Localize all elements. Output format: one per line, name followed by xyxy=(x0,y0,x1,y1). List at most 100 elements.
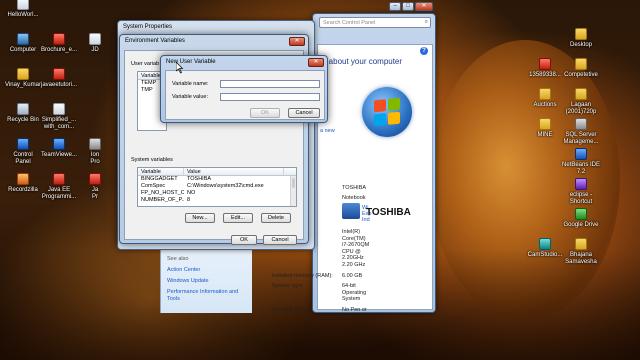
variable-name-label: Variable name: xyxy=(172,81,209,87)
folder-icon xyxy=(539,88,551,100)
desktop-icon[interactable]: JD xyxy=(72,33,118,54)
processor-value: Intel(R) Core(TM) i7-2670QM CPU @ 2.20GH… xyxy=(342,229,370,268)
recycle-bin-icon xyxy=(17,103,29,115)
user-variables-label: User variab xyxy=(131,61,160,67)
variable-value-cell: C:\Windows\system32\cmd.exe xyxy=(187,183,264,189)
desktop-icon-label: MINE xyxy=(537,132,553,138)
desktop-icon-label: NetBeans IDE 7.2 xyxy=(561,162,601,175)
folder-icon xyxy=(575,238,587,250)
page-title: n about your computer xyxy=(322,57,403,66)
maximize-button[interactable]: □ xyxy=(402,2,414,11)
desktop-icon[interactable]: Simplified_... with_com... xyxy=(36,103,82,131)
folder-icon xyxy=(575,58,587,70)
desktop-icon-label: HelloWorl... xyxy=(7,12,39,18)
system-variables-list[interactable]: Variable Value BINGGADGET TOSHIBA ComSpec… xyxy=(137,167,297,207)
desktop-icon[interactable]: Bhajana Samavesha xyxy=(558,238,604,266)
close-button[interactable]: ✕ xyxy=(289,37,305,46)
control-panel-window: Search Control Panel ⌕ ? n about your co… xyxy=(272,2,436,320)
java-icon xyxy=(89,173,101,185)
variable-name-field[interactable] xyxy=(220,80,320,88)
model-value: Notebook xyxy=(342,195,366,201)
pen-touch-label: Pen and Touch: xyxy=(272,307,311,313)
windows-update-link[interactable]: Windows Update xyxy=(167,278,209,284)
desktop-icon[interactable]: SQL Server Manageme... xyxy=(558,118,604,146)
desktop-icon-label: Bhajana Samavesha xyxy=(565,252,597,265)
recordzilla-icon xyxy=(17,173,29,185)
table-row[interactable]: FP_NO_HOST_C...NO xyxy=(138,190,296,197)
desktop-icon-label: Ion Pro xyxy=(90,152,100,165)
folder-icon xyxy=(575,28,587,40)
control-panel-content: ? n about your computer oft a new TOSHIB… xyxy=(272,44,433,320)
folder-icon xyxy=(17,68,29,80)
cancel-button[interactable]: Cancel xyxy=(288,108,320,118)
desktop-icon[interactable]: Ion Pro xyxy=(72,138,118,166)
pen-touch-value: No Pen or Touch xyxy=(342,307,367,320)
help-icon[interactable]: ? xyxy=(420,47,428,55)
scrollbar-thumb[interactable] xyxy=(292,178,295,188)
windows-flag-icon xyxy=(374,97,400,127)
desktop-icon[interactable]: Ja Pr xyxy=(72,173,118,201)
see-also-heading: See also xyxy=(167,256,189,262)
file-icon xyxy=(89,33,101,45)
desktop-icon-label: Recycle Bin xyxy=(7,117,39,123)
window-controls: – □ ✕ xyxy=(389,2,433,11)
get-new-link[interactable]: a new xyxy=(320,128,335,134)
system-variables-label: System variables xyxy=(131,157,173,163)
table-row[interactable]: ComSpec C:\Windows\system32\cmd.exe xyxy=(138,183,296,190)
performance-link[interactable]: Performance Information and Tools xyxy=(167,289,249,303)
system-properties-title: System Properties xyxy=(123,24,173,30)
close-button[interactable]: ✕ xyxy=(308,58,324,67)
desktop-icon-label: Simplified_... with_com... xyxy=(41,117,77,130)
desktop-icon-label: Competetive xyxy=(564,72,598,78)
table-row[interactable]: NUMBER_OF_P... 8 xyxy=(138,197,296,204)
desktop-icon[interactable]: eclipse - Shortcut xyxy=(558,178,604,206)
desktop-icon[interactable]: javaeetutori... xyxy=(36,68,82,89)
sql-server-icon xyxy=(575,118,587,130)
computer-icon xyxy=(17,33,29,45)
variable-name-cell: BINGGADGET xyxy=(141,176,178,182)
search-icon[interactable]: ⌕ xyxy=(425,19,428,26)
desktop-icon[interactable]: NetBeans IDE 7.2 xyxy=(558,148,604,176)
ok-button[interactable]: OK xyxy=(231,235,257,245)
desktop-icon-label: 13589338... xyxy=(529,72,561,78)
document-icon xyxy=(53,103,65,115)
new-button[interactable]: New... xyxy=(185,213,215,223)
control-panel-left-pane: See also Action Center Windows Update Pe… xyxy=(160,240,252,313)
variable-name-cell: TMP xyxy=(141,87,153,93)
manufacturer-value: TOSHIBA xyxy=(342,185,367,191)
cancel-button[interactable]: Cancel xyxy=(263,235,297,245)
eclipse-icon xyxy=(575,178,587,190)
desktop-icon-label: JD xyxy=(91,47,99,53)
desktop-icon-label: Computer xyxy=(9,47,37,53)
variable-name-cell: NUMBER_OF_P... xyxy=(141,197,184,203)
desktop-icon[interactable]: Google Drive xyxy=(558,208,604,229)
table-row[interactable]: BINGGADGET TOSHIBA xyxy=(138,176,296,183)
variable-value-field[interactable] xyxy=(220,93,320,101)
mouse-cursor-icon xyxy=(176,62,184,74)
variable-column[interactable]: Variable xyxy=(138,168,184,175)
scrollbar[interactable] xyxy=(290,176,296,206)
value-column[interactable]: Value xyxy=(184,168,284,175)
variable-value-cell: NO xyxy=(187,190,196,196)
ok-button[interactable]: OK xyxy=(250,108,280,118)
app-icon xyxy=(89,138,101,150)
desktop-icon[interactable]: HelloWorl... xyxy=(0,0,46,19)
desktop-icon[interactable]: Lagaan (2001)720p xyxy=(558,88,604,116)
search-placeholder: Search Control Panel xyxy=(323,20,376,26)
action-center-link[interactable]: Action Center xyxy=(167,267,200,273)
teamviewer-icon xyxy=(53,138,65,150)
camstudio-icon xyxy=(539,238,551,250)
desktop-icon[interactable]: Competetive xyxy=(558,58,604,79)
netbeans-icon xyxy=(575,148,587,160)
file-icon xyxy=(17,0,29,10)
minimize-button[interactable]: – xyxy=(389,2,401,11)
search-input[interactable]: Search Control Panel ⌕ xyxy=(319,17,431,28)
new-user-variable-body: Variable name: Variable value: OK Cancel xyxy=(165,70,325,120)
close-button[interactable]: ✕ xyxy=(415,2,433,11)
desktop-icon-label: Ja Pr xyxy=(91,187,99,200)
folder-icon xyxy=(539,118,551,130)
control-panel-icon xyxy=(17,138,29,150)
edit-button[interactable]: Edit... xyxy=(223,213,253,223)
desktop-icon[interactable]: Desktop xyxy=(558,28,604,49)
delete-button[interactable]: Delete xyxy=(261,213,291,223)
